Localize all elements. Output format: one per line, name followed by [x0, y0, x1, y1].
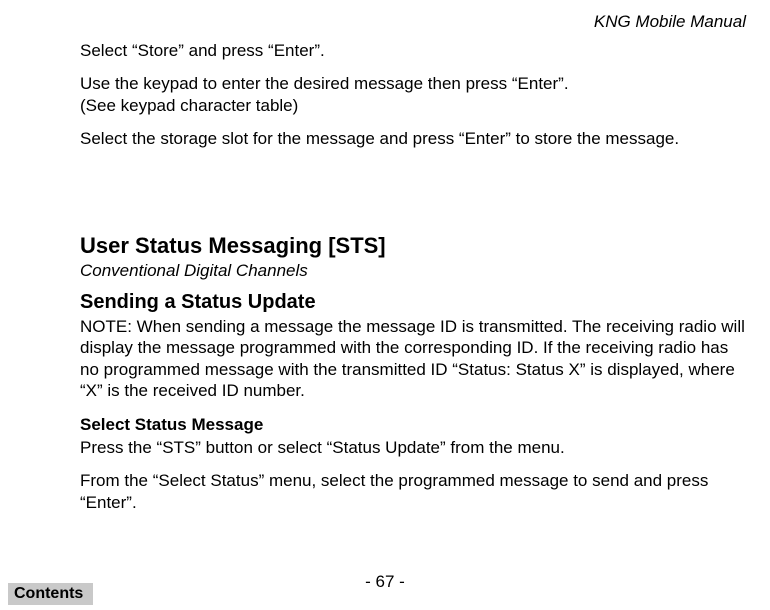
intro-paragraph-2: Use the keypad to enter the desired mess… — [80, 73, 750, 116]
header-title: KNG Mobile Manual — [80, 12, 750, 32]
section-heading: User Status Messaging [STS] — [80, 233, 750, 259]
select-status-p1: Press the “STS” button or select “Status… — [80, 437, 750, 458]
intro-paragraph-1: Select “Store” and press “Enter”. — [80, 40, 750, 61]
contents-button[interactable]: Contents — [8, 583, 93, 605]
intro-paragraph-2a: Use the keypad to enter the desired mess… — [80, 74, 569, 93]
intro-paragraph-2b: (See keypad character table) — [80, 96, 298, 115]
select-status-p2: From the “Select Status” menu, select th… — [80, 470, 750, 513]
select-status-heading: Select Status Message — [80, 415, 750, 435]
sending-status-heading: Sending a Status Update — [80, 291, 750, 314]
page-number: - 67 - — [0, 572, 770, 592]
intro-paragraph-3: Select the storage slot for the message … — [80, 128, 750, 149]
section-subtitle: Conventional Digital Channels — [80, 261, 750, 281]
sending-status-note: NOTE: When sending a message the message… — [80, 316, 750, 401]
